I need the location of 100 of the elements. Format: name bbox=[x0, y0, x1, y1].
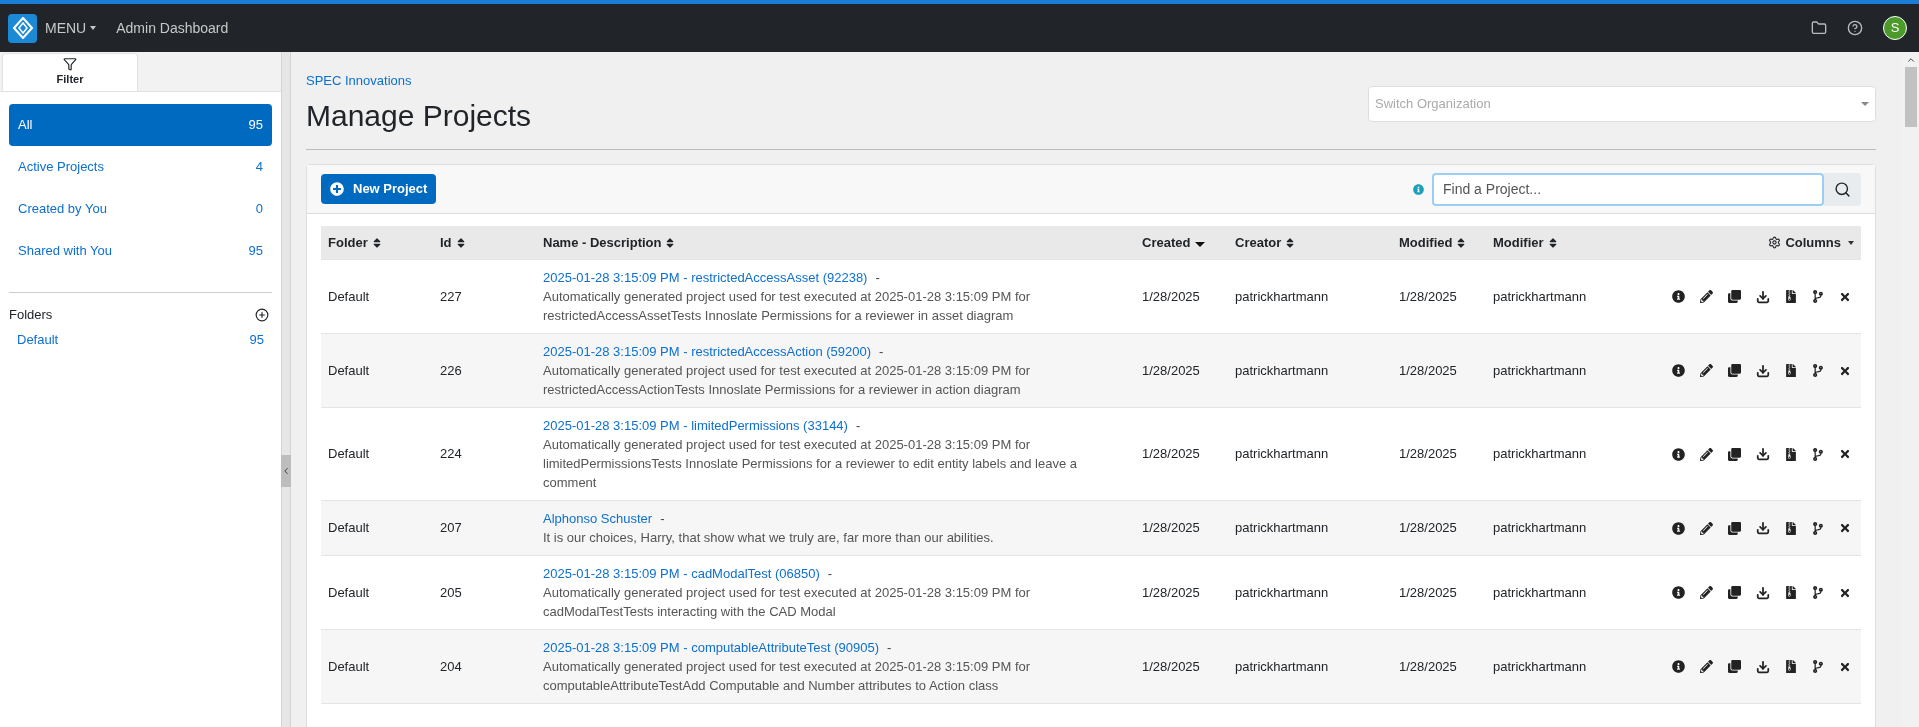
table-cell-text: patrickhartmann bbox=[1234, 287, 1330, 306]
separator-text: - bbox=[660, 510, 665, 528]
separator-text: - bbox=[879, 343, 884, 361]
table-cell-text: patrickhartmann bbox=[1234, 657, 1330, 676]
column-header[interactable]: Modified bbox=[1392, 226, 1486, 259]
close-icon[interactable] bbox=[1839, 522, 1851, 534]
filter-item[interactable]: Created by You 0 bbox=[9, 188, 272, 230]
branch-icon[interactable] bbox=[1812, 447, 1824, 461]
table-cell-text: 1/28/2025 bbox=[1141, 657, 1201, 676]
info-icon[interactable] bbox=[1672, 521, 1685, 535]
column-header[interactable]: Folder bbox=[321, 226, 433, 259]
download-icon[interactable] bbox=[1756, 289, 1770, 304]
branch-icon[interactable] bbox=[1812, 521, 1824, 535]
download-icon[interactable] bbox=[1756, 521, 1770, 535]
project-name-link[interactable]: Alphonso Schuster bbox=[543, 509, 653, 528]
new-project-button[interactable]: New Project bbox=[321, 174, 437, 204]
project-name-link[interactable]: 2025-01-28 3:15:09 PM - restrictedAccessAction (59200) bbox=[543, 342, 872, 361]
separator-text: - bbox=[887, 639, 892, 657]
zip-file-icon[interactable] bbox=[1785, 447, 1797, 461]
copy-icon[interactable] bbox=[1728, 586, 1741, 599]
close-icon[interactable] bbox=[1839, 448, 1851, 460]
filter-item[interactable]: Shared with You 95 bbox=[9, 230, 272, 272]
search-button[interactable] bbox=[1824, 172, 1861, 206]
zip-file-icon[interactable] bbox=[1785, 660, 1797, 673]
column-header[interactable]: Creator bbox=[1228, 226, 1392, 259]
pencil-icon[interactable] bbox=[1700, 660, 1713, 673]
search-field[interactable]: Find a Project... bbox=[1432, 172, 1824, 206]
info-icon[interactable] bbox=[1672, 660, 1685, 673]
table-cell-text: 204 bbox=[439, 657, 463, 676]
filter-item[interactable]: All 95 bbox=[9, 104, 272, 146]
project-description: Automatically generated project used for test executed at 2025-01-28 3:15:09 PM for restrictedAccessActionTests Innoslate Permissions for a reviewer in action diagram bbox=[543, 362, 1032, 399]
table-cell-text: Default bbox=[327, 583, 371, 602]
filter-tab[interactable]: Filter bbox=[2, 53, 138, 91]
close-icon[interactable] bbox=[1839, 290, 1851, 303]
close-icon[interactable] bbox=[1839, 660, 1851, 673]
download-icon[interactable] bbox=[1756, 447, 1770, 461]
branch-icon[interactable] bbox=[1812, 290, 1824, 303]
filter-item[interactable]: Active Projects 4 bbox=[9, 146, 272, 188]
column-header[interactable]: Name - Description bbox=[536, 226, 1135, 259]
pencil-icon[interactable] bbox=[1700, 290, 1713, 303]
close-icon[interactable] bbox=[1839, 586, 1851, 599]
table-cell-text: 205 bbox=[439, 583, 463, 602]
zip-file-icon[interactable] bbox=[1785, 364, 1797, 377]
table-cell-text: 1/28/2025 bbox=[1398, 657, 1458, 676]
gear-icon bbox=[1768, 236, 1782, 249]
help-icon[interactable] bbox=[1847, 20, 1863, 36]
copy-icon[interactable] bbox=[1728, 521, 1741, 535]
info-icon[interactable] bbox=[1672, 586, 1685, 599]
logo-icon[interactable] bbox=[8, 13, 37, 43]
column-header[interactable]: Created bbox=[1135, 226, 1228, 259]
column-header[interactable]: Modifier bbox=[1486, 226, 1636, 259]
user-avatar[interactable]: S bbox=[1883, 16, 1907, 40]
filter-icon bbox=[63, 57, 77, 72]
project-name-link[interactable]: 2025-01-28 3:15:09 PM - computableAttributeTest (90905) bbox=[543, 638, 880, 657]
collapse-handle[interactable] bbox=[281, 455, 291, 487]
table-cell-text: 207 bbox=[439, 519, 463, 538]
project-name-link[interactable]: 2025-01-28 3:15:09 PM - restrictedAccessAsset (92238) bbox=[543, 268, 868, 287]
info-icon[interactable] bbox=[1672, 447, 1685, 461]
column-header[interactable]: Id bbox=[433, 226, 536, 259]
download-icon[interactable] bbox=[1756, 585, 1770, 600]
info-icon[interactable] bbox=[1672, 290, 1685, 303]
branch-icon[interactable] bbox=[1812, 364, 1824, 377]
close-icon[interactable] bbox=[1839, 364, 1851, 377]
copy-icon[interactable] bbox=[1728, 364, 1741, 377]
download-icon[interactable] bbox=[1756, 363, 1770, 378]
columns-menu-button[interactable]: Columns bbox=[1768, 232, 1854, 253]
branch-icon[interactable] bbox=[1812, 660, 1824, 673]
download-icon[interactable] bbox=[1756, 659, 1770, 674]
plus-icon bbox=[330, 182, 344, 196]
folder-item[interactable]: Default 95 bbox=[9, 325, 272, 355]
pencil-icon[interactable] bbox=[1700, 586, 1713, 599]
separator-text: - bbox=[855, 417, 861, 435]
copy-icon[interactable] bbox=[1728, 447, 1741, 461]
table-cell-text: 1/28/2025 bbox=[1398, 445, 1458, 464]
copy-icon[interactable] bbox=[1728, 660, 1741, 673]
folders-heading: Folders bbox=[9, 306, 53, 325]
project-name-link[interactable]: 2025-01-28 3:15:09 PM - cadModalTest (06850) bbox=[543, 564, 820, 583]
table-cell-text: patrickhartmann bbox=[1492, 583, 1588, 602]
info-icon[interactable] bbox=[1672, 364, 1685, 377]
table-cell-text: 1/28/2025 bbox=[1141, 519, 1201, 538]
breadcrumb-link[interactable]: SPEC Innovations bbox=[306, 73, 412, 88]
pencil-icon[interactable] bbox=[1700, 447, 1713, 461]
scroll-up-icon[interactable] bbox=[1905, 55, 1916, 65]
table-cell-text: 226 bbox=[439, 361, 463, 380]
zip-file-icon[interactable] bbox=[1785, 586, 1797, 599]
page-heading: Manage Projects bbox=[306, 98, 532, 134]
menu-button[interactable]: MENU bbox=[45, 17, 97, 39]
table-cell-text: 1/28/2025 bbox=[1141, 445, 1201, 464]
scrollbar-thumb[interactable] bbox=[1904, 67, 1917, 127]
zip-file-icon[interactable] bbox=[1785, 290, 1797, 303]
table-cell-text: Default bbox=[327, 361, 371, 380]
folder-icon[interactable] bbox=[1811, 20, 1827, 36]
project-description: It is our choices, Harry, that show what we truly are, far more than our abilities. bbox=[543, 529, 995, 547]
pencil-icon[interactable] bbox=[1700, 521, 1713, 535]
copy-icon[interactable] bbox=[1728, 290, 1741, 303]
zip-file-icon[interactable] bbox=[1785, 521, 1797, 535]
branch-icon[interactable] bbox=[1812, 586, 1824, 599]
add-folder-icon[interactable] bbox=[255, 308, 269, 322]
pencil-icon[interactable] bbox=[1700, 364, 1713, 377]
project-name-link[interactable]: 2025-01-28 3:15:09 PM - limitedPermissions (33144) bbox=[543, 416, 848, 435]
